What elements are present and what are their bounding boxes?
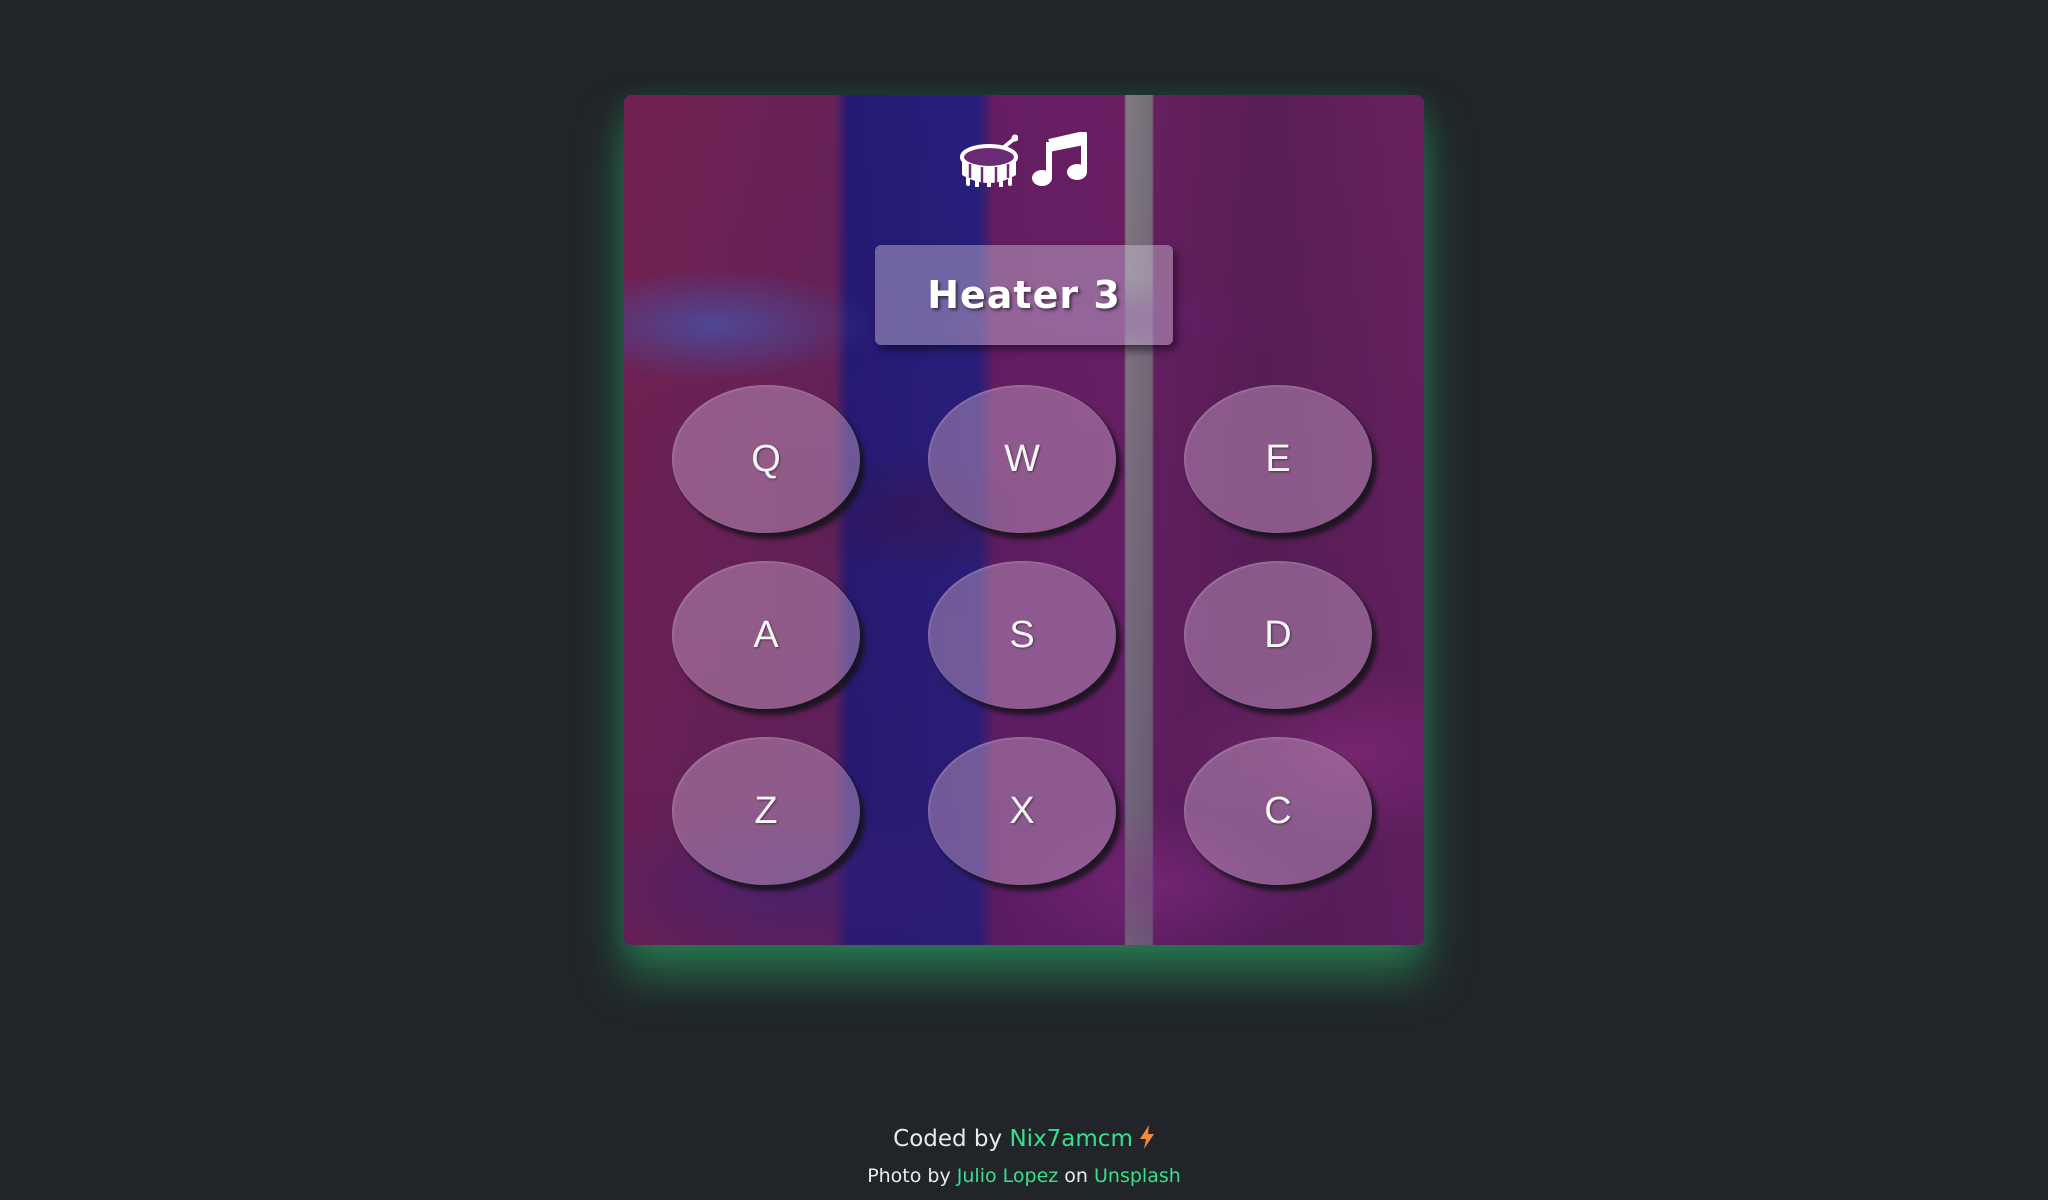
music-note-icon bbox=[1032, 132, 1088, 188]
photo-by-label: Photo by bbox=[867, 1165, 951, 1187]
drum-machine: Heater 3 Q W E A S D Z X C bbox=[624, 95, 1424, 945]
drum-pad-q[interactable]: Q bbox=[672, 385, 860, 533]
on-label: on bbox=[1064, 1165, 1088, 1187]
coded-by-line: Coded by Nix7amcm bbox=[0, 1125, 2048, 1155]
photographer-link[interactable]: Julio Lopez bbox=[957, 1165, 1058, 1187]
drum-pad-x[interactable]: X bbox=[928, 737, 1116, 885]
drum-pad-z[interactable]: Z bbox=[672, 737, 860, 885]
author-link[interactable]: Nix7amcm bbox=[1009, 1126, 1132, 1152]
footer: Coded by Nix7amcm Photo by Julio Lopez o… bbox=[0, 1125, 2048, 1187]
drum-pad-w[interactable]: W bbox=[928, 385, 1116, 533]
drum-pad-d[interactable]: D bbox=[1184, 561, 1372, 709]
drum-icon bbox=[960, 133, 1018, 187]
photo-credit-line: Photo by Julio Lopez on Unsplash bbox=[0, 1165, 2048, 1187]
unsplash-link[interactable]: Unsplash bbox=[1094, 1165, 1181, 1187]
sound-display: Heater 3 bbox=[875, 245, 1173, 345]
drum-pad-e[interactable]: E bbox=[1184, 385, 1372, 533]
drum-pad-a[interactable]: A bbox=[672, 561, 860, 709]
drum-pad-c[interactable]: C bbox=[1184, 737, 1372, 885]
bolt-icon bbox=[1139, 1125, 1155, 1155]
coded-by-label: Coded by bbox=[893, 1126, 1003, 1152]
header-icons bbox=[624, 125, 1424, 195]
drum-pad-s[interactable]: S bbox=[928, 561, 1116, 709]
